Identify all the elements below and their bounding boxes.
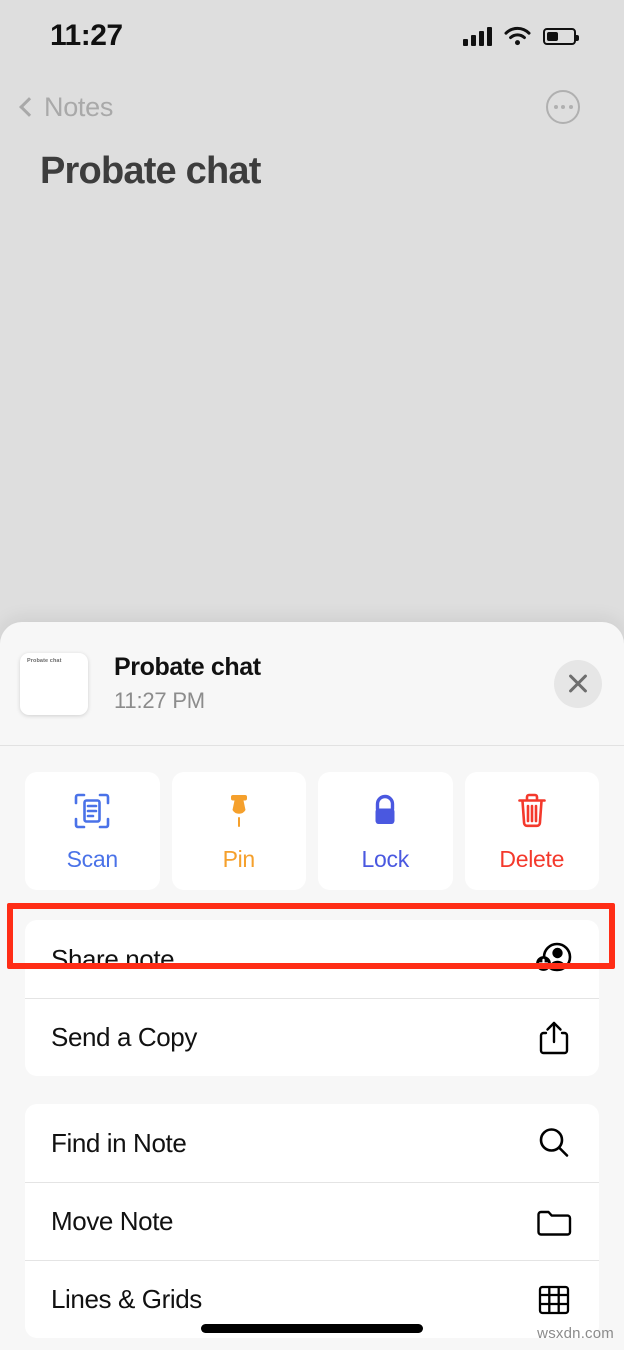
status-icons bbox=[463, 26, 579, 46]
close-button[interactable] bbox=[554, 659, 602, 708]
status-time: 11:27 bbox=[50, 19, 123, 52]
note-thumbnail: Probate chat bbox=[20, 652, 88, 715]
menu-item-label: Share note bbox=[51, 943, 175, 974]
lock-icon bbox=[365, 790, 405, 832]
home-indicator bbox=[201, 1324, 423, 1333]
document-scanner-icon bbox=[72, 790, 112, 832]
battery-icon bbox=[543, 27, 579, 45]
menu-item-share-note[interactable]: Share note bbox=[25, 920, 599, 998]
quick-action-label: Scan bbox=[66, 845, 119, 872]
quick-action-label: Pin bbox=[222, 845, 256, 872]
menu-item-find-in-note[interactable]: Find in Note bbox=[25, 1104, 599, 1182]
ellipsis-circle-icon[interactable] bbox=[546, 90, 580, 124]
action-sheet-subtitle: 11:27 PM bbox=[114, 688, 205, 713]
pushpin-icon bbox=[219, 790, 259, 832]
back-button[interactable]: Notes bbox=[16, 92, 113, 123]
quick-action-delete[interactable]: Delete bbox=[464, 772, 599, 890]
menu-item-label: Send a Copy bbox=[51, 1022, 197, 1052]
folder-icon bbox=[535, 1203, 573, 1241]
grid-icon bbox=[535, 1281, 573, 1319]
nav-bar: Notes bbox=[0, 78, 624, 136]
note-thumbnail-text: Probate chat bbox=[27, 657, 62, 664]
menu-item-label: Lines & Grids bbox=[51, 1284, 202, 1314]
menu-item-label: Move Note bbox=[51, 1206, 174, 1236]
menu-item-move-note[interactable]: Move Note bbox=[25, 1182, 599, 1260]
person-add-icon bbox=[535, 940, 573, 978]
quick-action-scan[interactable]: Scan bbox=[25, 772, 160, 890]
quick-action-lock[interactable]: Lock bbox=[318, 772, 453, 890]
search-icon bbox=[535, 1124, 573, 1162]
page-title: Probate chat bbox=[40, 150, 261, 192]
share-export-icon bbox=[535, 1019, 573, 1057]
quick-action-pin[interactable]: Pin bbox=[171, 772, 306, 890]
action-sheet: Probate chat Probate chat 11:27 PM Scan … bbox=[0, 622, 624, 1350]
quick-action-label: Lock bbox=[361, 845, 410, 872]
action-sheet-header: Probate chat Probate chat 11:27 PM bbox=[0, 622, 624, 746]
watermark: wsxdn.com bbox=[537, 1325, 614, 1342]
menu-group-tools: Find in Note Move Note Lines & Grids bbox=[25, 1104, 599, 1338]
quick-actions-row: Scan Pin Lock Delete bbox=[0, 746, 624, 890]
quick-action-label: Delete bbox=[499, 845, 565, 872]
status-bar: 11:27 bbox=[0, 0, 624, 72]
chevron-left-icon bbox=[19, 97, 39, 117]
trash-icon bbox=[512, 790, 552, 832]
back-button-label: Notes bbox=[44, 91, 114, 122]
action-sheet-title: Probate chat bbox=[114, 653, 261, 681]
cellular-signal-icon bbox=[463, 26, 492, 46]
wifi-icon bbox=[504, 26, 531, 46]
menu-group-share: Share note Send a Copy bbox=[25, 920, 599, 1076]
phone-screen: 11:27 Notes Probate chat Probate chat Pr… bbox=[0, 0, 624, 1350]
menu-item-send-a-copy[interactable]: Send a Copy bbox=[25, 998, 599, 1076]
menu-item-label: Find in Note bbox=[51, 1127, 187, 1158]
action-sheet-header-texts: Probate chat 11:27 PM bbox=[114, 653, 554, 714]
